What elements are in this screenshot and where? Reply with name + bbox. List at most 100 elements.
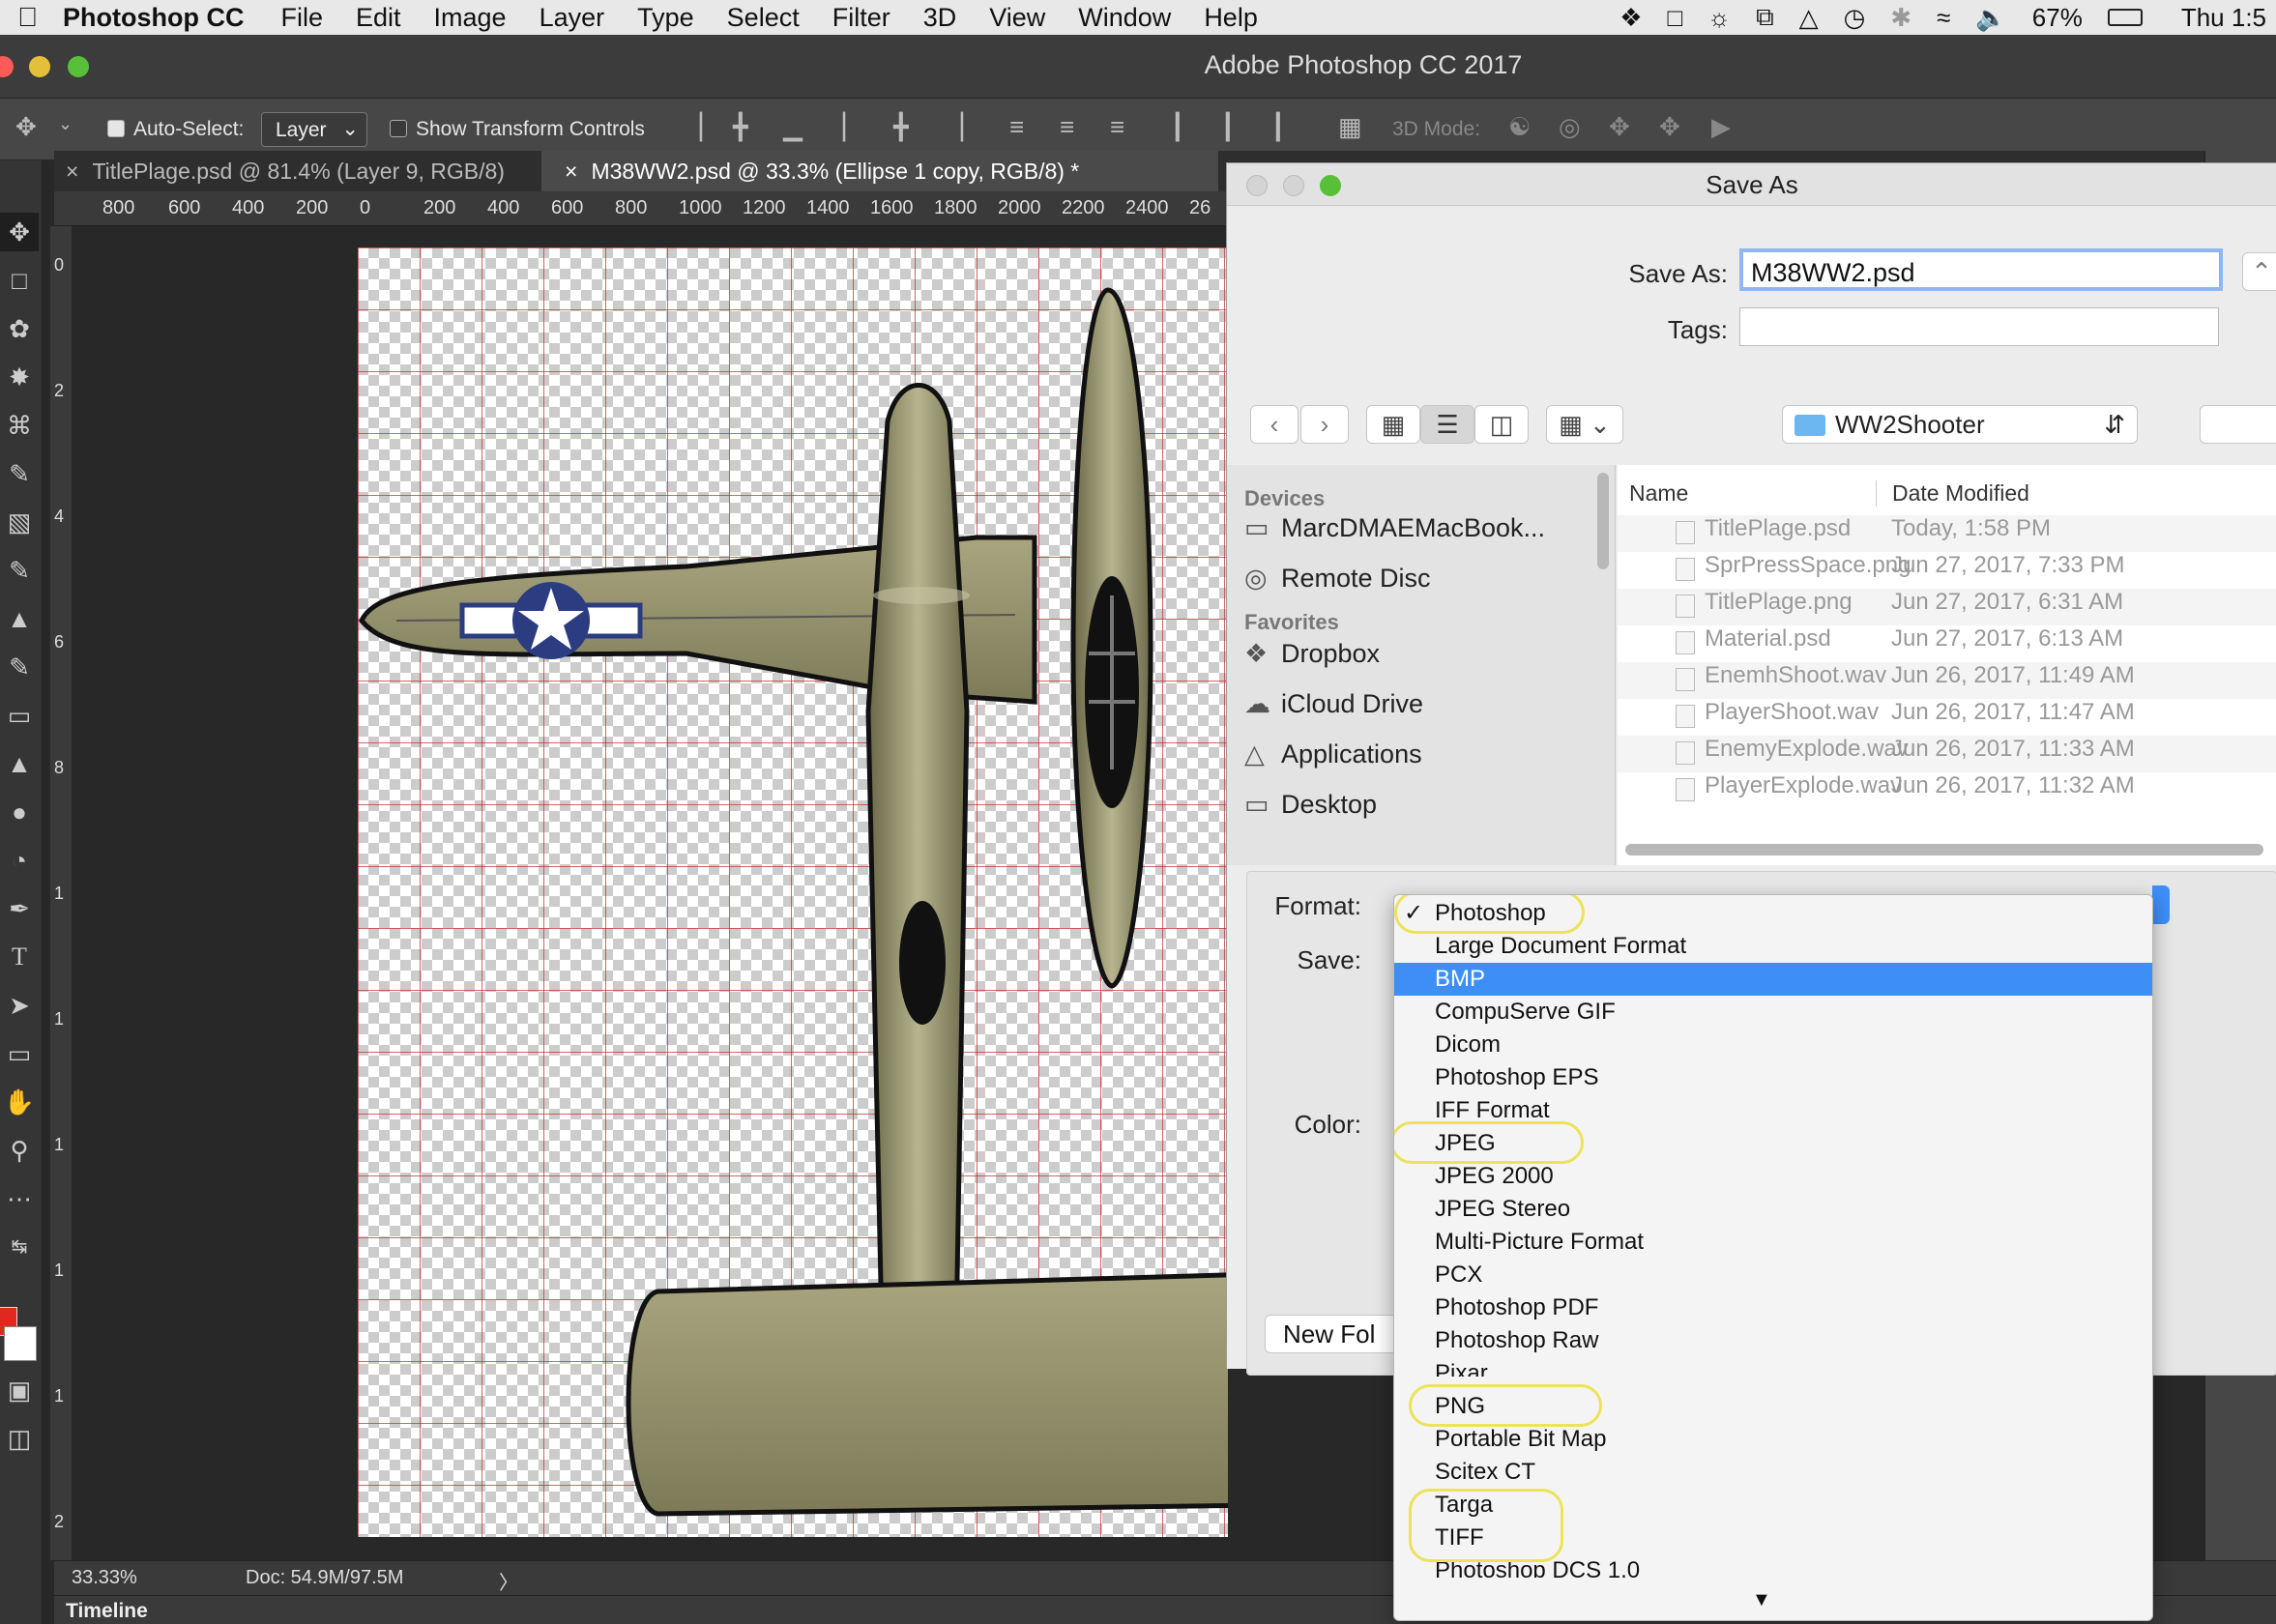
tool-preset-chevron-icon[interactable]: ⌄ bbox=[58, 114, 73, 134]
format-option-pdf[interactable]: Photoshop PDF bbox=[1394, 1291, 2152, 1324]
menu-edit[interactable]: Edit bbox=[356, 3, 401, 33]
file-row[interactable]: EnemyExplode.wav Jun 26, 2017, 11:33 AM bbox=[1618, 736, 2276, 772]
align-vcenter-icon[interactable]: ╋ bbox=[733, 112, 748, 142]
blur-tool-icon[interactable]: ● bbox=[0, 793, 39, 831]
align-hcenter-icon[interactable]: ╋ bbox=[893, 112, 909, 142]
dropbox-icon[interactable]: ❖ bbox=[1619, 3, 1642, 33]
file-row[interactable]: TitlePlage.psd Today, 1:58 PM bbox=[1618, 515, 2276, 552]
distribute-vcenter-icon[interactable]: ≡ bbox=[1060, 112, 1074, 142]
tags-field[interactable] bbox=[1739, 307, 2219, 346]
close-tab-icon[interactable]: × bbox=[66, 159, 78, 184]
menu-filter[interactable]: Filter bbox=[832, 3, 890, 33]
battery-percent[interactable]: 67% bbox=[2032, 3, 2083, 33]
icon-view-button[interactable]: ▦ bbox=[1366, 405, 1420, 444]
file-row[interactable]: PlayerExplode.wav Jun 26, 2017, 11:32 AM bbox=[1618, 772, 2276, 809]
column-view-button[interactable]: ◫ bbox=[1474, 405, 1529, 444]
sidebar-item-applications[interactable]: △ Applications bbox=[1244, 740, 1422, 769]
3d-video-icon[interactable]: ▶ bbox=[1711, 112, 1731, 142]
zoom-tool-icon[interactable]: ⚲ bbox=[0, 1131, 39, 1170]
arrange-button[interactable]: ▦ ⌄ bbox=[1546, 405, 1623, 444]
tab-m38ww2[interactable]: × M38WW2.psd @ 33.3% (Ellipse 1 copy, RGB… bbox=[541, 151, 1218, 191]
document-canvas[interactable] bbox=[358, 247, 1228, 1537]
pen-tool-icon[interactable]: ✒ bbox=[0, 889, 39, 928]
move-tool-icon[interactable]: ✥ bbox=[15, 112, 37, 142]
marquee-tool-icon[interactable]: □ bbox=[0, 261, 39, 300]
dialog-close-button[interactable] bbox=[1246, 175, 1268, 196]
time-machine-icon[interactable]: ◷ bbox=[1844, 3, 1866, 33]
menu-help[interactable]: Help bbox=[1204, 3, 1258, 33]
list-view-button[interactable]: ☰ bbox=[1420, 405, 1474, 444]
menu-file[interactable]: File bbox=[280, 3, 323, 33]
format-option-bmp[interactable]: BMP bbox=[1394, 963, 2152, 996]
expand-dialog-button[interactable]: ⌃ bbox=[2242, 252, 2276, 291]
creative-cloud-icon[interactable]: ☼ bbox=[1707, 3, 1731, 33]
format-popup-edge[interactable] bbox=[2152, 885, 2170, 924]
sidebar-scrollbar[interactable] bbox=[1597, 473, 1609, 569]
airplay-icon[interactable]: △ bbox=[1799, 3, 1819, 33]
sidebar-item-remote-disc[interactable]: ◎ Remote Disc bbox=[1244, 564, 1431, 594]
scroll-down-arrow-icon[interactable]: ▼ bbox=[1752, 1589, 1771, 1611]
format-option-scitex[interactable]: Scitex CT bbox=[1394, 1456, 2152, 1489]
lasso-tool-icon[interactable]: ✿ bbox=[0, 309, 39, 348]
sidebar-item-dropbox[interactable]: ❖ Dropbox bbox=[1244, 639, 1380, 669]
3d-orbit-icon[interactable]: ☯ bbox=[1508, 112, 1531, 142]
column-header-date[interactable]: Date Modified bbox=[1876, 480, 2029, 507]
clone-stamp-tool-icon[interactable]: ▲ bbox=[0, 599, 39, 638]
menu-layer[interactable]: Layer bbox=[540, 3, 605, 33]
menu-view[interactable]: View bbox=[989, 3, 1045, 33]
screen-mode-icon[interactable]: ◫ bbox=[0, 1419, 39, 1458]
format-option-raw[interactable]: Photoshop Raw bbox=[1394, 1324, 2152, 1357]
menu-window[interactable]: Window bbox=[1078, 3, 1171, 33]
show-transform-checkbox[interactable] bbox=[390, 120, 407, 137]
auto-select-dropdown[interactable]: Layer ⌄ bbox=[261, 112, 367, 147]
format-option-mpo[interactable]: Multi-Picture Format bbox=[1394, 1226, 2152, 1259]
eraser-tool-icon[interactable]: ▭ bbox=[0, 696, 39, 735]
background-color-swatch[interactable] bbox=[4, 1326, 37, 1361]
menu-3d[interactable]: 3D bbox=[923, 3, 957, 33]
swap-colors-icon[interactable]: ↹ bbox=[0, 1228, 39, 1266]
paint-bucket-tool-icon[interactable]: ▲ bbox=[0, 744, 39, 783]
location-dropdown[interactable]: WW2Shooter ⇵ bbox=[1782, 405, 2138, 444]
sidebar-item-icloud[interactable]: ☁ iCloud Drive bbox=[1244, 689, 1423, 719]
type-tool-icon[interactable]: T bbox=[0, 938, 39, 976]
3d-slide-icon[interactable]: ✥ bbox=[1659, 112, 1680, 142]
hand-tool-icon[interactable]: ✋ bbox=[0, 1083, 39, 1121]
align-left-icon[interactable]: ▏ bbox=[843, 112, 862, 142]
timeline-tab[interactable]: Timeline bbox=[66, 1600, 148, 1623]
file-row[interactable]: SprPressSpace.png Jun 27, 2017, 7:33 PM bbox=[1618, 552, 2276, 589]
format-option-eps[interactable]: Photoshop EPS bbox=[1394, 1061, 2152, 1094]
3d-pan-icon[interactable]: ✥ bbox=[1609, 112, 1630, 142]
forward-button[interactable]: › bbox=[1300, 405, 1349, 444]
dialog-minimize-button[interactable] bbox=[1283, 175, 1304, 196]
filename-field[interactable]: M38WW2.psd bbox=[1739, 248, 2223, 291]
history-brush-tool-icon[interactable]: ✎ bbox=[0, 648, 39, 686]
format-option-gif[interactable]: CompuServe GIF bbox=[1394, 996, 2152, 1029]
align-right-icon[interactable]: ▕ bbox=[944, 112, 963, 142]
distribute-left-icon[interactable]: ┃ bbox=[1170, 112, 1185, 142]
align-bottom-icon[interactable]: ▁ bbox=[783, 112, 802, 142]
rectangle-tool-icon[interactable]: ▭ bbox=[0, 1034, 39, 1073]
sync-icon[interactable]: ⧉ bbox=[1756, 2, 1774, 33]
back-button[interactable]: ‹ bbox=[1250, 405, 1298, 444]
move-tool-icon[interactable]: ✥ bbox=[0, 213, 39, 251]
menu-type[interactable]: Type bbox=[637, 3, 694, 33]
menu-app-name[interactable]: Photoshop CC bbox=[63, 3, 244, 33]
zoom-level[interactable]: 33.33% bbox=[72, 1567, 137, 1589]
format-option-large-document[interactable]: Large Document Format bbox=[1394, 930, 2152, 963]
screen-icon[interactable]: □ bbox=[1668, 3, 1683, 33]
format-option-dicom[interactable]: Dicom bbox=[1394, 1029, 2152, 1061]
battery-icon[interactable] bbox=[2107, 9, 2143, 26]
sidebar-item-desktop[interactable]: ▭ Desktop bbox=[1244, 790, 1377, 820]
align-top-icon[interactable]: ▕ bbox=[683, 112, 702, 142]
distribute-right-icon[interactable]: ┃ bbox=[1270, 112, 1286, 142]
file-row[interactable]: Material.psd Jun 27, 2017, 6:13 AM bbox=[1618, 625, 2276, 662]
volume-icon[interactable]: 🔈 bbox=[1975, 3, 2006, 33]
column-header-name[interactable]: Name bbox=[1629, 480, 1688, 507]
file-row[interactable]: TitlePlage.png Jun 27, 2017, 6:31 AM bbox=[1618, 589, 2276, 625]
horizontal-scrollbar[interactable] bbox=[1625, 844, 2263, 856]
format-option-pbm[interactable]: Portable Bit Map bbox=[1394, 1423, 2152, 1456]
healing-brush-tool-icon[interactable]: ▧ bbox=[0, 503, 39, 541]
file-row[interactable]: EnemhShoot.wav Jun 26, 2017, 11:49 AM bbox=[1618, 662, 2276, 699]
status-menu-arrow[interactable]: 〉 bbox=[499, 1567, 518, 1595]
auto-select-checkbox[interactable] bbox=[107, 120, 125, 137]
